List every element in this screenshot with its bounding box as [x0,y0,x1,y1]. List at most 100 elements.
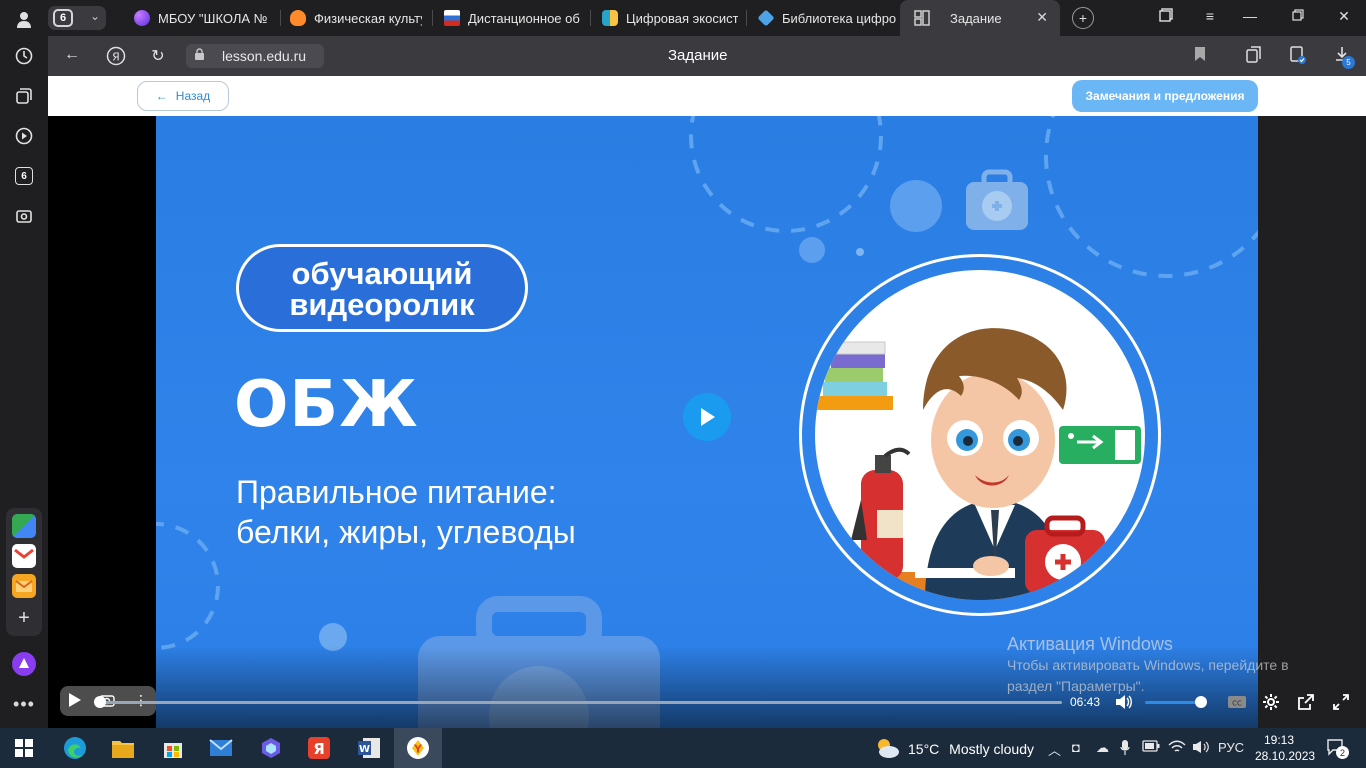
more-icon[interactable]: ••• [8,688,40,720]
volume-button[interactable] [1113,692,1135,712]
progress-knob[interactable] [94,696,106,708]
tab-digital-library[interactable]: Библиотека цифро [758,4,896,32]
reload-icon[interactable]: ↻ [148,46,168,66]
yandex-browser-icon[interactable]: Я [306,736,332,760]
yandex-active-icon[interactable]: Y [405,736,431,760]
play-pause-button[interactable] [64,690,86,710]
add-app-icon[interactable]: + [12,606,36,630]
weather-temperature: 15°C [908,741,940,757]
tab-divider [746,10,747,26]
bookmark-icon[interactable] [1190,46,1210,67]
screen: 6 + ••• 6 ⌄ МБОУ "ШКОЛА № Физическая кул… [0,0,1366,768]
settings-button[interactable] [1260,692,1282,712]
minimize-icon[interactable]: — [1240,8,1260,24]
new-tab-button[interactable]: + [1072,7,1094,29]
gmail-icon[interactable] [12,544,36,568]
play-icon [69,693,81,707]
open-external-button[interactable] [1295,692,1317,712]
yandex-logo-icon[interactable]: Я [106,46,126,71]
store-icon[interactable] [160,736,186,760]
tab-manager-icon[interactable] [1156,8,1176,25]
google-meet-icon[interactable] [12,514,36,538]
wifi-icon[interactable] [1168,740,1186,757]
input-language[interactable]: РУС [1218,740,1244,755]
activation-watermark-line2: раздел "Параметры". [1007,678,1145,694]
notification-count: 2 [1336,746,1349,759]
close-tab-icon[interactable]: ✕ [1036,9,1048,26]
back-button-label: Назад [175,89,211,103]
fullscreen-button[interactable] [1330,692,1352,712]
alice-assistant-icon[interactable] [8,648,40,680]
history-icon[interactable] [8,40,40,72]
restore-icon[interactable] [1288,8,1308,24]
cloud-favicon-icon [290,10,306,26]
edge-browser-icon[interactable] [62,736,88,760]
file-explorer-icon[interactable] [110,736,136,760]
word-icon[interactable]: W [356,736,382,760]
more-options-button[interactable]: ⋮ [130,690,152,710]
collections-icon[interactable] [8,80,40,112]
start-button[interactable] [11,736,37,760]
svg-text:CC: CC [1232,700,1242,708]
tab-school-title: МБОУ "ШКОЛА № [158,10,268,26]
chevron-up-icon[interactable]: ︿ [1048,740,1061,759]
collections-toolbar-icon[interactable] [1244,46,1264,69]
captions-button[interactable]: CC [1226,692,1248,712]
close-window-icon[interactable]: ✕ [1334,8,1354,25]
tab-divider [432,10,433,26]
weather-widget[interactable]: 15°C Mostly cloudy [908,741,1034,757]
volume-tray-icon[interactable] [1192,740,1210,757]
tab-divider [590,10,591,26]
tab-strip: 6 ⌄ МБОУ "ШКОЛА № Физическая культу Дист… [48,0,1366,36]
lesson-topic: Правильное питание: белки, жиры, углевод… [236,472,576,552]
tabs-counter-icon[interactable]: 6 [8,160,40,192]
video-type-badge: обучающий видеоролик [236,244,528,332]
gear-icon [1263,694,1279,710]
battery-icon[interactable] [1142,740,1160,755]
back-button[interactable]: ← Назад [137,81,229,111]
onedrive-icon[interactable]: ☁ [1096,740,1109,756]
screenshot-icon[interactable] [8,200,40,232]
back-arrow-icon[interactable]: ← [62,46,82,64]
microphone-icon[interactable] [1120,740,1130,759]
tab-task-active[interactable]: Задание ✕ [900,0,1060,36]
tab-physical-education-title: Физическая культу [314,10,422,26]
url-field[interactable]: lesson.edu.ru [186,44,324,68]
system-clock[interactable]: 19:13 28.10.2023 [1255,732,1315,764]
external-link-icon [1298,694,1314,710]
tab-physical-education[interactable]: Физическая культу [290,4,422,32]
video-type-line2: видеоролик [289,287,475,322]
tab-digital-library-title: Библиотека цифро [782,10,896,26]
flag-favicon-icon [444,10,460,26]
windows-taskbar: Я W Y 15°C Mostly cloudy ︿ ◘ ☁ РУС 19:13… [0,728,1366,768]
menu-icon[interactable]: ≡ [1200,8,1220,24]
weather-description: Mostly cloudy [949,741,1034,757]
lesson-topic-line1: Правильное питание: [236,474,557,510]
tab-digital-ecosystem[interactable]: Цифровая экосист [602,4,738,32]
feedback-button[interactable]: Замечания и предложения [1072,80,1258,112]
subject-title: ОБЖ [234,368,419,442]
tab-counter-button[interactable]: 6 ⌄ [48,6,106,30]
profile-icon[interactable] [8,4,40,36]
tab-task-title: Задание [950,10,1002,26]
weather-cloudy-icon[interactable] [874,736,900,760]
protect-extension-icon[interactable] [1288,46,1308,69]
clock-time: 19:13 [1263,733,1295,747]
mail-app-icon[interactable] [208,736,234,760]
tab-distance-learning[interactable]: Дистанционное об [444,4,580,32]
mail-icon[interactable] [12,574,36,598]
activation-watermark-title: Активация Windows [1007,634,1173,654]
duration-label: 06:43 [1070,695,1101,709]
camera-tray-icon[interactable]: ◘ [1072,740,1080,755]
downloads-badge: 5 [1342,56,1355,69]
layout-favicon-icon [914,10,930,26]
tab-school[interactable]: МБОУ "ШКОЛА № [134,4,284,32]
notification-center-button[interactable]: 2 [1326,738,1349,759]
play-video-button[interactable] [683,393,731,441]
clipchamp-icon[interactable] [258,736,284,760]
progress-bar[interactable] [100,701,1062,704]
svg-text:Y: Y [413,743,423,756]
volume-knob[interactable] [1194,696,1207,708]
video-icon[interactable] [8,120,40,152]
sidebar-apps-panel: + [6,508,42,636]
